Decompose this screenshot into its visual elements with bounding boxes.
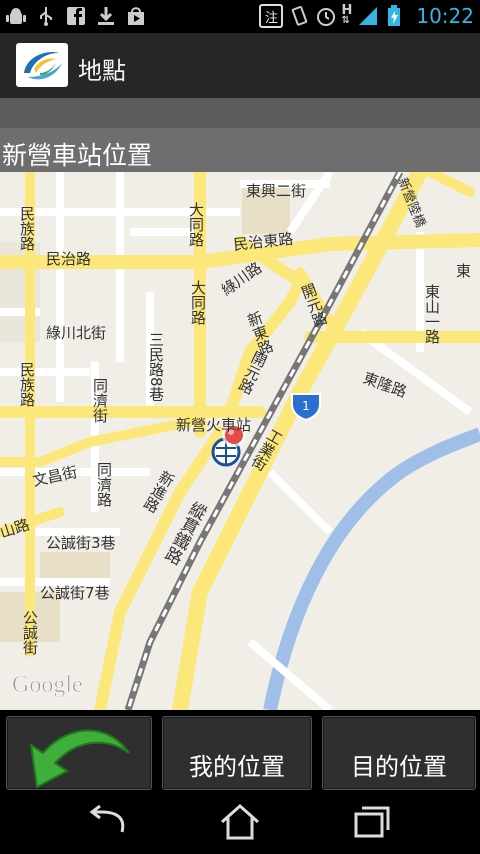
- header-divider-band: [0, 98, 480, 128]
- route-number: 1: [302, 399, 310, 413]
- download-icon: [96, 6, 116, 26]
- status-bar: 注 H ⇅ 10:22: [0, 0, 480, 33]
- map-label: 民族路: [18, 206, 36, 251]
- facebook-icon: [66, 6, 86, 26]
- vibrate-icon: [289, 6, 309, 26]
- map-label: 公誠街7巷: [40, 584, 110, 602]
- system-nav-bar: [0, 790, 480, 854]
- back-button[interactable]: [6, 716, 152, 790]
- map-label: 三民路8巷: [147, 332, 165, 402]
- status-notification-icons: [6, 6, 146, 26]
- building-block: [40, 552, 110, 582]
- network-type-icon: H ⇅: [341, 3, 353, 26]
- map-label: 綠川北街: [46, 324, 106, 342]
- usb-icon: [36, 6, 56, 26]
- home-icon[interactable]: [210, 802, 270, 842]
- app-title: 地點: [78, 57, 126, 85]
- my-location-label: 我的位置: [189, 753, 285, 781]
- destination-button[interactable]: 目的位置: [322, 716, 476, 790]
- station-title: 新營車站位置: [2, 141, 153, 170]
- play-store-icon: [126, 6, 146, 26]
- river: [263, 427, 480, 710]
- map-label: 民治路: [46, 250, 91, 268]
- battery-icon: [384, 5, 404, 26]
- notice-badge: 注: [259, 4, 284, 28]
- app-logo-icon: [16, 43, 68, 87]
- map-label: 東興二街: [246, 182, 306, 200]
- map-label: 同濟街: [91, 378, 109, 423]
- map-label: 東: [456, 262, 471, 280]
- back-icon[interactable]: [78, 802, 138, 842]
- map-label: 東山一路: [423, 284, 441, 344]
- map-label: 新營火車站: [176, 416, 251, 434]
- bottom-button-bar: 我的位置 目的位置: [0, 710, 480, 790]
- alarm-icon: [315, 6, 336, 26]
- map-label: 大同路: [189, 280, 207, 325]
- action-bar: 地點: [0, 33, 480, 99]
- status-system-icons: 注 H ⇅ 10:22: [259, 4, 474, 28]
- google-watermark: Google: [12, 672, 83, 698]
- map-label: 民族路: [18, 362, 36, 407]
- clock: 10:22: [416, 4, 474, 28]
- location-header: 新營車站位置: [0, 98, 480, 172]
- destination-label: 目的位置: [351, 753, 447, 781]
- my-location-button[interactable]: 我的位置: [162, 716, 312, 790]
- map-label: 公誠街3巷: [46, 534, 116, 552]
- map-label: 公誠街: [21, 610, 39, 655]
- recent-apps-icon[interactable]: [342, 802, 402, 842]
- map-label: 同濟路: [95, 462, 113, 507]
- map-view[interactable]: 1 東興二街 新營陸橋 民族路 大同路 民治路 民治東路 東 綠川路 開元路 東…: [0, 172, 480, 710]
- android-debug-icon: [6, 6, 26, 26]
- map-label: 大同路: [187, 202, 205, 247]
- map-canvas[interactable]: 1 東興二街 新營陸橋 民族路 大同路 民治路 民治東路 東 綠川路 開元路 東…: [0, 172, 480, 710]
- back-arrow-icon: [29, 729, 130, 789]
- signal-icon: [358, 6, 378, 26]
- map-label: 東隆路: [361, 369, 409, 401]
